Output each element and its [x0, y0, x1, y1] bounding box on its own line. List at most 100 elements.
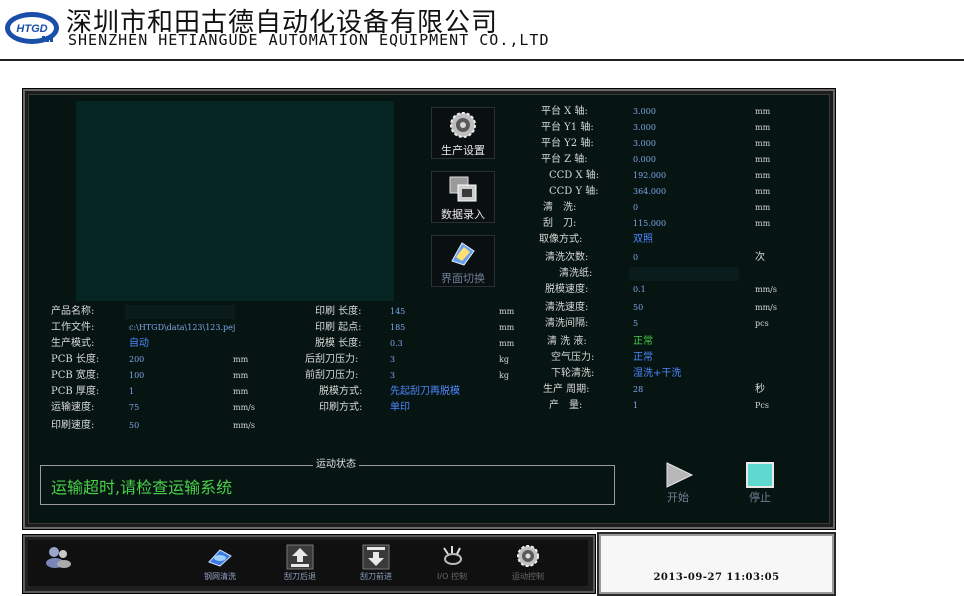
param-label: 生产 周期: [543, 384, 590, 395]
param-label: 印刷速度: [51, 420, 95, 431]
param-unit: mm [755, 123, 771, 132]
stop-label: 停止 [749, 491, 771, 504]
company-logo: HTGD [5, 12, 59, 44]
platform-y1-value[interactable]: 3.000 [633, 121, 656, 135]
clean-count-value[interactable]: 0 [633, 251, 638, 265]
interface-switch-button[interactable]: 界面切换 [431, 235, 495, 287]
clean-position-value[interactable]: 0 [633, 201, 638, 215]
data-entry-icon [449, 176, 477, 202]
company-name-en: SHENZHEN HETIANGUDE AUTOMATION EQUIPMENT… [68, 31, 550, 49]
print-method-value[interactable]: 单印 [390, 401, 410, 415]
print-length-value[interactable]: 145 [390, 305, 405, 319]
param-unit: mm/s [233, 421, 255, 430]
stop-icon [746, 462, 774, 488]
param-label: 下轮清洗: [551, 368, 595, 379]
param-label: 运输速度: [51, 402, 95, 413]
demold-speed-value[interactable]: 0.1 [633, 283, 646, 297]
param-label: 印刷 长度: [315, 306, 362, 317]
next-clean-value[interactable]: 湿洗+干洗 [633, 367, 681, 381]
param-label: 产 量: [549, 400, 583, 411]
stop-button[interactable]: 停止 [736, 461, 784, 505]
param-unit: mm [755, 219, 771, 228]
param-label: 脱模方式: [319, 386, 363, 397]
param-unit: mm [233, 371, 249, 380]
param-label: 印刷 起点: [315, 322, 362, 333]
platform-x-value[interactable]: 3.000 [633, 105, 656, 119]
param-label: 前刮刀压力: [305, 370, 359, 381]
param-label: 后刮刀压力: [305, 354, 359, 365]
squeegee-position-value[interactable]: 115.000 [633, 217, 666, 231]
platform-z-value[interactable]: 0.000 [633, 153, 656, 167]
param-unit: 次 [755, 252, 765, 263]
param-label: 生产模式: [51, 338, 95, 349]
stencil-clean-button[interactable]: 钢网清洗 [198, 544, 242, 584]
param-label: PCB 厚度: [51, 386, 100, 397]
param-label: 清洗次数: [545, 252, 589, 263]
bottom-toolbar: 钢网清洗 刮刀后退 刮刀前进 I/O 控制 运动控制 [22, 534, 596, 594]
production-settings-button[interactable]: 生产设置 [431, 107, 495, 159]
demold-length-value[interactable]: 0.3 [390, 337, 403, 351]
imaging-mode-value[interactable]: 双照 [633, 233, 653, 247]
start-button[interactable]: 开始 [652, 461, 704, 505]
rear-squeegee-pressure-value[interactable]: 3 [390, 353, 395, 367]
pcb-length-value[interactable]: 200 [129, 353, 144, 367]
io-control-icon [443, 546, 462, 565]
platform-y2-value[interactable]: 3.000 [633, 137, 656, 151]
ccd-y-value[interactable]: 364.000 [633, 185, 666, 199]
pcb-thickness-value[interactable]: 1 [129, 385, 134, 399]
param-unit: mm [499, 323, 515, 332]
air-pressure-status: 正常 [633, 352, 653, 363]
logo-text: HTGD [16, 23, 47, 35]
squeegee-forward-button[interactable]: 刮刀前进 [354, 544, 398, 584]
motion-control-icon [517, 545, 539, 567]
clean-paper-field[interactable] [629, 267, 739, 281]
pcb-width-value[interactable]: 100 [129, 369, 144, 383]
param-unit: kg [499, 355, 509, 364]
clean-speed-value[interactable]: 50 [633, 301, 643, 315]
motion-control-button[interactable]: 运动控制 [506, 544, 550, 584]
param-label: 脱模速度: [545, 284, 589, 295]
data-entry-button[interactable]: 数据录入 [431, 171, 495, 223]
param-label: PCB 长度: [51, 354, 100, 365]
param-unit: kg [499, 371, 509, 380]
gear-icon [450, 112, 476, 138]
demold-method-value[interactable]: 先起刮刀再脱模 [390, 385, 460, 399]
param-label: 清 洗: [543, 202, 577, 213]
io-control-button[interactable]: I/O 控制 [430, 544, 474, 584]
motion-status-title: 运动状态 [313, 458, 359, 472]
users-icon [46, 547, 71, 568]
squeegee-back-button[interactable]: 刮刀后退 [278, 544, 322, 584]
print-speed-value[interactable]: 50 [129, 419, 139, 433]
main-panel: 生产设置 数据录入 界面切换 产品名称: 工作文件: c:\HTGD\data\… [22, 88, 836, 530]
param-label: 清洗纸: [559, 268, 593, 279]
squeegee-forward-icon [362, 544, 390, 570]
user-login-button[interactable] [36, 544, 80, 584]
param-unit: mm [499, 307, 515, 316]
work-file-value[interactable]: c:\HTGD\data\123\123.pej [129, 321, 235, 335]
interface-switch-icon [451, 242, 475, 266]
param-label: 平台 Z 轴: [541, 154, 588, 165]
param-unit: mm/s [233, 403, 255, 412]
print-start-value[interactable]: 185 [390, 321, 405, 335]
ccd-x-value[interactable]: 192.000 [633, 169, 666, 183]
front-squeegee-pressure-value[interactable]: 3 [390, 369, 395, 383]
param-label: PCB 宽度: [51, 370, 100, 381]
start-label: 开始 [667, 491, 689, 504]
param-label: 印刷方式: [319, 402, 363, 413]
io-control-label: I/O 控制 [437, 572, 467, 581]
bottom-toolbar-inner: 钢网清洗 刮刀后退 刮刀前进 I/O 控制 运动控制 [28, 540, 588, 586]
param-label: 平台 Y1 轴: [541, 122, 594, 133]
main-inner: 生产设置 数据录入 界面切换 产品名称: 工作文件: c:\HTGD\data\… [28, 94, 830, 524]
param-unit: mm/s [755, 285, 777, 294]
stencil-clean-label: 钢网清洗 [204, 572, 236, 581]
param-unit: mm [755, 171, 771, 180]
clean-interval-value[interactable]: 5 [633, 317, 638, 331]
squeegee-back-label: 刮刀后退 [284, 572, 316, 581]
product-name-field[interactable] [125, 305, 235, 319]
param-unit: mm/s [755, 303, 777, 312]
production-mode-value[interactable]: 自动 [129, 337, 149, 351]
transport-speed-value[interactable]: 75 [129, 401, 139, 415]
param-label: 脱模 长度: [315, 338, 362, 349]
param-label: 刮 刀: [543, 218, 577, 229]
param-label: CCD X 轴: [549, 170, 600, 181]
